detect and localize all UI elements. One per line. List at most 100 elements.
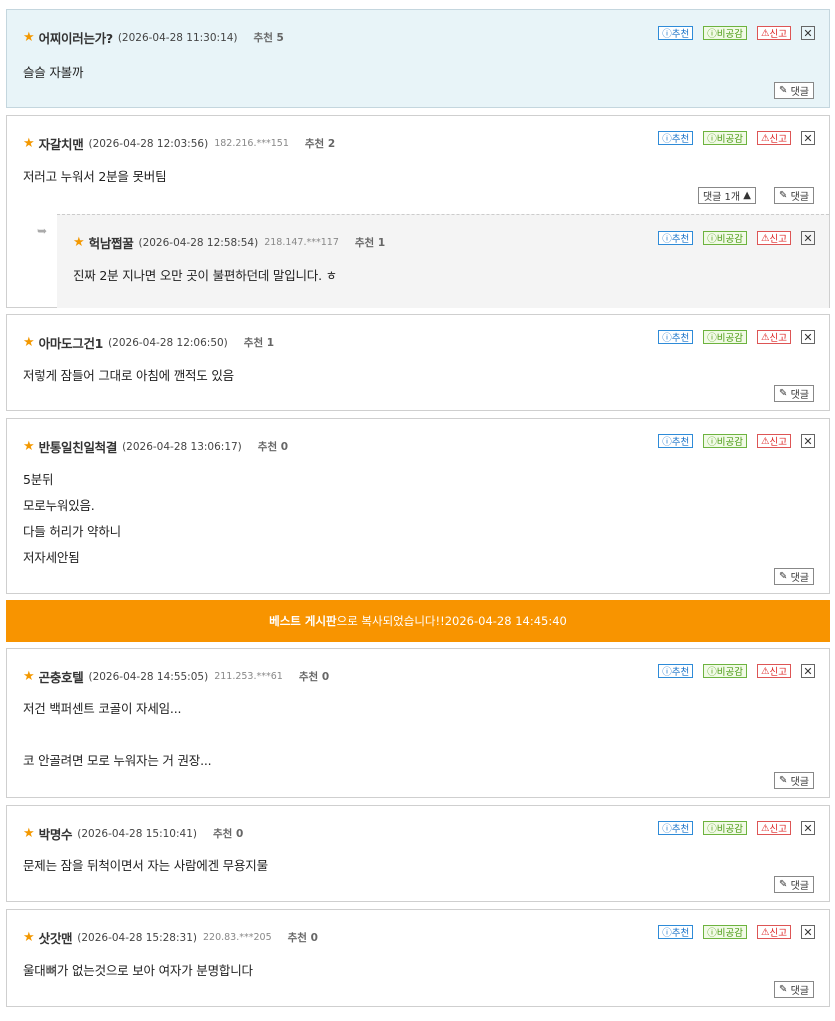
comment-text: 슬슬 자볼까	[23, 65, 84, 80]
report-button[interactable]: ⚠ 신고	[756, 434, 791, 448]
dislike-button[interactable]: ⓘ비공감	[703, 821, 747, 835]
report-label: 신고	[769, 134, 787, 145]
reply-button[interactable]: ✎ 댓글	[774, 981, 814, 998]
recommend-button[interactable]: ⓘ추천	[658, 925, 694, 939]
nested-reply: ★ 헉남쩝꿀 (2026-04-28 12:58:54) 218.147.***…	[57, 214, 829, 308]
reply-button[interactable]: ✎ 댓글	[774, 385, 814, 402]
report-label: 신고	[769, 667, 787, 678]
reply-button[interactable]: ✎ 댓글	[774, 568, 814, 585]
dislike-button[interactable]: ⓘ비공감	[703, 925, 747, 939]
dislike-button[interactable]: ⓘ비공감	[703, 664, 747, 678]
comment-text: 코 안골려면 모로 누워자는 거 권장...	[23, 753, 212, 768]
siren-icon: ⚠	[760, 926, 770, 938]
dislike-button[interactable]: ⓘ비공감	[703, 26, 747, 40]
comment-date: (2026-04-28 15:28:31)	[77, 931, 197, 944]
comment-author[interactable]: 자갈치맨	[39, 134, 84, 153]
comment-date: (2026-04-28 14:55:05)	[88, 670, 209, 683]
recommend-count: 추천 0	[257, 441, 289, 453]
report-button[interactable]: ⚠ 신고	[756, 821, 791, 835]
comment-date: (2026-04-28 12:58:54)	[138, 236, 259, 249]
comment-actions: ⓘ추천 ⓘ비공감 ⚠ 신고 ✕	[648, 131, 815, 145]
comment-header: ★ 아마도그건1 (2026-04-28 12:06:50) 추천 1	[23, 333, 274, 352]
recommend-button[interactable]: ⓘ추천	[658, 821, 694, 835]
best-board-banner: 베스트 게시판 으로 복사되었습니다!! 2026-04-28 14:45:40	[6, 600, 830, 642]
reply-button[interactable]: ✎ 댓글	[774, 82, 814, 99]
comment-card: ★ 박명수 (2026-04-28 15:10:41) 추천 0 ⓘ추천 ⓘ비공…	[6, 805, 830, 902]
report-label: 신고	[769, 824, 787, 835]
recommend-button[interactable]: ⓘ추천	[658, 26, 694, 40]
star-icon: ★	[23, 669, 35, 684]
reply-count-toggle[interactable]: 댓글 1개 ▲	[697, 187, 756, 204]
comment-header: ★ 박명수 (2026-04-28 15:10:41) 추천 0	[23, 824, 243, 843]
report-button[interactable]: ⚠ 신고	[756, 925, 791, 939]
dislike-button[interactable]: ⓘ비공감	[703, 231, 747, 245]
comment-text: 다들 허리가 약하니	[23, 524, 121, 539]
comment-author[interactable]: 박명수	[39, 824, 73, 843]
dislike-button[interactable]: ⓘ비공감	[703, 330, 747, 344]
comment-author[interactable]: 어찌이러는가?	[39, 28, 113, 47]
comment-author[interactable]: 반통일친일척결	[39, 437, 118, 456]
recommend-button[interactable]: ⓘ추천	[658, 231, 694, 245]
close-icon[interactable]: ✕	[801, 131, 815, 145]
report-label: 신고	[769, 333, 787, 344]
comment-actions: ⓘ추천 ⓘ비공감 ⚠ 신고 ✕	[648, 821, 815, 835]
report-button[interactable]: ⚠ 신고	[756, 26, 791, 40]
star-icon: ★	[23, 826, 35, 841]
dislike-button[interactable]: ⓘ비공감	[703, 434, 747, 448]
recommend-button[interactable]: ⓘ추천	[658, 664, 694, 678]
reply-button[interactable]: ✎ 댓글	[774, 187, 814, 204]
comment-date: (2026-04-28 12:06:50)	[108, 336, 228, 349]
siren-icon: ⚠	[760, 822, 770, 834]
comment-ip: 211.253.***61	[214, 671, 283, 682]
report-button[interactable]: ⚠ 신고	[756, 131, 791, 145]
recommend-count: 추천 0	[212, 828, 244, 840]
close-icon[interactable]: ✕	[801, 925, 815, 939]
comment-header: ★ 삿갓맨 (2026-04-28 15:28:31) 220.83.***20…	[23, 928, 318, 947]
report-button[interactable]: ⚠ 신고	[756, 231, 791, 245]
comment-actions: ⓘ추천 ⓘ비공감 ⚠ 신고 ✕	[648, 664, 815, 678]
comment-date: (2026-04-28 11:30:14)	[117, 31, 238, 44]
reply-count-label: 댓글 1개	[702, 192, 741, 203]
comment-author[interactable]: 아마도그건1	[39, 333, 104, 352]
reply-label: 댓글	[790, 192, 809, 203]
report-label: 신고	[769, 437, 787, 448]
comment-text: 저러고 누워서 2분을 못버팀	[23, 169, 167, 184]
report-button[interactable]: ⚠ 신고	[756, 330, 791, 344]
recommend-button[interactable]: ⓘ추천	[658, 131, 694, 145]
reply-button[interactable]: ✎ 댓글	[774, 772, 814, 789]
comment-text: 저건 백퍼센트 코골이 자세임...	[23, 701, 182, 716]
siren-icon: ⚠	[760, 331, 770, 343]
recommend-count: 추천 5	[253, 32, 284, 44]
comment-date: (2026-04-28 12:03:56)	[88, 137, 209, 150]
comment-actions: ⓘ추천 ⓘ비공감 ⚠ 신고 ✕	[648, 26, 815, 40]
close-icon[interactable]: ✕	[801, 231, 815, 245]
reply-label: 댓글	[790, 390, 809, 401]
comment-actions: ⓘ추천 ⓘ비공감 ⚠ 신고 ✕	[648, 231, 815, 245]
report-label: 신고	[769, 234, 787, 245]
banner-text: 으로 복사되었습니다!!	[336, 614, 445, 628]
recommend-button[interactable]: ⓘ추천	[658, 434, 694, 448]
comment-card: ★ 아마도그건1 (2026-04-28 12:06:50) 추천 1 ⓘ추천 …	[6, 314, 830, 411]
star-icon: ★	[23, 136, 35, 151]
siren-icon: ⚠	[760, 132, 770, 144]
comment-author[interactable]: 곤충호텔	[39, 667, 84, 686]
recommend-count: 추천 0	[298, 671, 330, 683]
dislike-button[interactable]: ⓘ비공감	[703, 131, 747, 145]
comment-text: 저렇게 잠들어 그대로 아침에 깬적도 있음	[23, 368, 234, 383]
recommend-button[interactable]: ⓘ추천	[658, 330, 694, 344]
comment-text: 문제는 잠을 뒤척이면서 자는 사람에겐 무용지물	[23, 858, 268, 873]
close-icon[interactable]: ✕	[801, 26, 815, 40]
siren-icon: ⚠	[760, 232, 770, 244]
comment-text: 모로누워있음.	[23, 498, 95, 513]
banner-board-name[interactable]: 베스트 게시판	[269, 613, 336, 629]
close-icon[interactable]: ✕	[801, 664, 815, 678]
close-icon[interactable]: ✕	[801, 330, 815, 344]
comment-author[interactable]: 헉남쩝꿀	[89, 233, 134, 252]
star-icon: ★	[73, 235, 85, 250]
close-icon[interactable]: ✕	[801, 434, 815, 448]
report-button[interactable]: ⚠ 신고	[756, 664, 791, 678]
comment-author[interactable]: 삿갓맨	[39, 928, 73, 947]
pencil-icon: ✎	[779, 190, 788, 201]
reply-button[interactable]: ✎ 댓글	[774, 876, 814, 893]
close-icon[interactable]: ✕	[801, 821, 815, 835]
